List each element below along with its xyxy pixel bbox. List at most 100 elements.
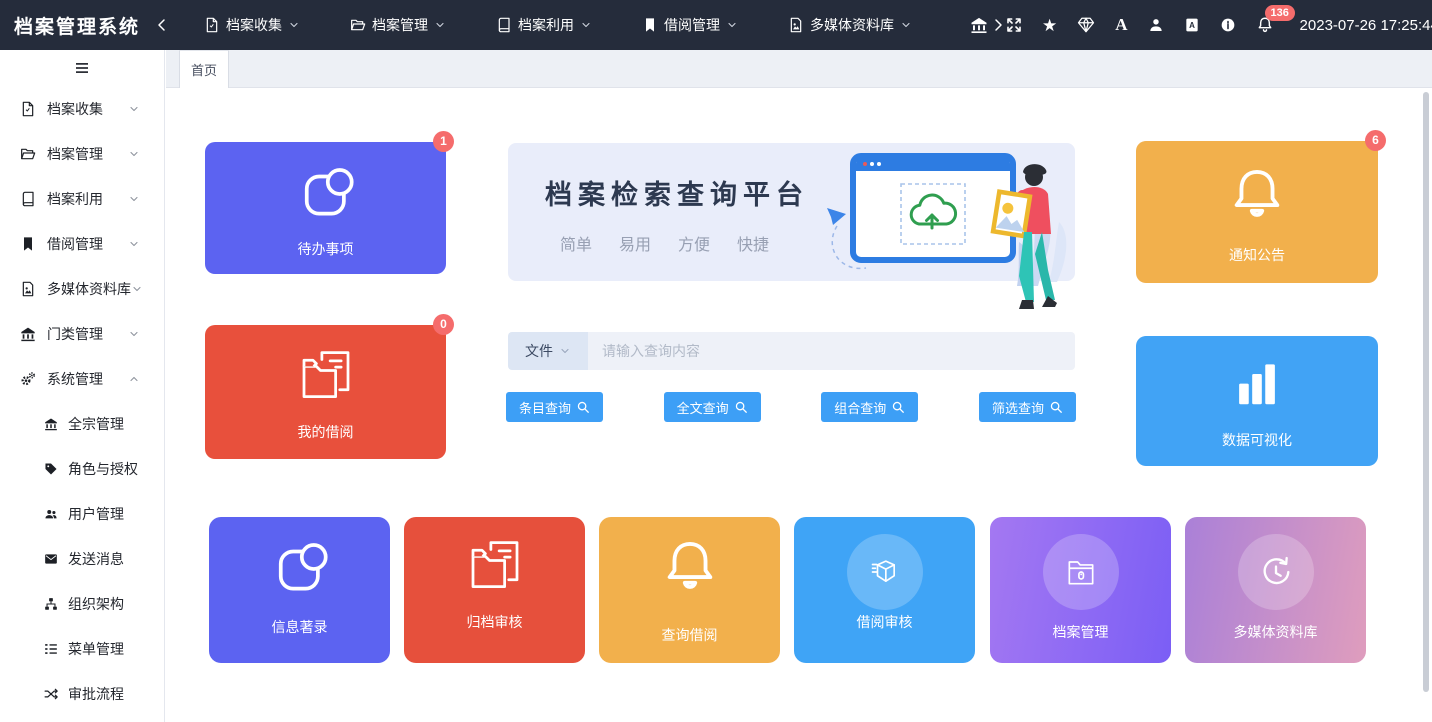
archive-management-app: 档案管理系统 档案收集 档案管理 档案利用 借阅管理	[0, 0, 1432, 722]
chevron-down-icon	[580, 19, 592, 31]
search-icon	[1049, 400, 1063, 414]
sidebar-item-lending[interactable]: 借阅管理	[0, 221, 164, 266]
sidebar-subitem-fonds[interactable]: 全宗管理	[0, 401, 164, 446]
todo-count-badge: 1	[433, 131, 454, 152]
folder-icon	[20, 146, 36, 162]
entry-query-button[interactable]: 条目查询	[506, 392, 603, 422]
fulltext-query-button[interactable]: 全文查询	[664, 392, 761, 422]
user-icon[interactable]	[1148, 17, 1164, 33]
search-input[interactable]	[588, 332, 1075, 370]
topnav-item-manage[interactable]: 档案管理	[350, 15, 446, 35]
tab-bar: 首页	[166, 50, 1432, 88]
subtitle-word: 简单	[560, 231, 592, 255]
filter-query-button[interactable]: 筛选查询	[979, 392, 1076, 422]
button-label: 筛选查询	[992, 398, 1044, 417]
sidebar: 档案收集 档案管理 档案利用 借阅管理 多媒体资料库 门类管理	[0, 50, 165, 722]
bank-icon	[44, 417, 58, 431]
list-icon	[44, 642, 58, 656]
shortcut-archive-manage[interactable]: 档案管理	[990, 517, 1171, 663]
hamburger-menu-icon[interactable]	[0, 50, 164, 86]
nav-scroll-right-icon[interactable]	[990, 17, 1006, 33]
notification-count-badge: 136	[1265, 5, 1295, 21]
sidebar-item-label: 档案利用	[47, 189, 128, 209]
card-label: 我的借阅	[205, 422, 446, 442]
bar-chart-icon	[1224, 352, 1290, 418]
card-label: 借阅审核	[794, 612, 975, 632]
notice-card[interactable]: 6 通知公告	[1136, 141, 1378, 283]
topnav-label: 借阅管理	[664, 15, 720, 35]
sidebar-item-collect[interactable]: 档案收集	[0, 86, 164, 131]
gears-icon	[20, 371, 36, 387]
bell-icon	[1224, 163, 1290, 229]
info-icon[interactable]	[1220, 17, 1236, 33]
sidebar-item-label: 档案收集	[47, 99, 128, 119]
gem-theme-icon[interactable]	[1077, 16, 1095, 34]
sidebar-item-system[interactable]: 系统管理	[0, 356, 164, 401]
search-category-select[interactable]: 文件	[508, 332, 588, 370]
shortcut-borrow-review[interactable]: 借阅审核	[794, 517, 975, 663]
bank-icon[interactable]	[970, 16, 988, 34]
collapse-menu-button[interactable]	[154, 17, 170, 33]
shortcut-info-entry[interactable]: 信息著录	[209, 517, 390, 663]
card-label: 多媒体资料库	[1185, 622, 1366, 642]
icon-circle	[1043, 534, 1119, 610]
vertical-scrollbar[interactable]	[1423, 92, 1429, 692]
folder-lock-icon	[1061, 552, 1101, 592]
topbar-actions: ★ A 136 2023-07-26 17:25:44 你好 杨标	[1006, 15, 1432, 36]
topnav-item-lending[interactable]: 借阅管理	[642, 15, 738, 35]
sidebar-item-label: 系统管理	[47, 369, 128, 389]
shortcut-query-borrow[interactable]: 查询借阅	[599, 517, 780, 663]
banner-illustration	[815, 146, 1077, 318]
file-icon	[20, 101, 36, 117]
sidebar-subitem-org[interactable]: 组织架构	[0, 581, 164, 626]
sidebar-item-category[interactable]: 门类管理	[0, 311, 164, 356]
sidebar-item-use[interactable]: 档案利用	[0, 176, 164, 221]
language-translate-icon[interactable]	[1184, 17, 1200, 33]
shortcut-archive-review[interactable]: 归档审核	[404, 517, 585, 663]
sidebar-subitem-approval[interactable]: 审批流程	[0, 671, 164, 716]
topnav-item-use[interactable]: 档案利用	[496, 15, 592, 35]
star-favorite-icon[interactable]: ★	[1042, 17, 1057, 34]
chevron-down-icon	[128, 193, 140, 205]
my-borrow-card[interactable]: 0 我的借阅	[205, 325, 446, 459]
combined-query-button[interactable]: 组合查询	[821, 392, 918, 422]
chevron-down-icon	[434, 19, 446, 31]
sidebar-subitem-roles[interactable]: 角色与授权	[0, 446, 164, 491]
data-visualization-card[interactable]: 数据可视化	[1136, 336, 1378, 466]
sidebar-item-manage[interactable]: 档案管理	[0, 131, 164, 176]
shuffle-icon	[44, 687, 58, 701]
tab-home[interactable]: 首页	[179, 50, 229, 88]
sidebar-subitem-users[interactable]: 用户管理	[0, 491, 164, 536]
bank-icon	[20, 326, 36, 342]
subtitle-word: 快捷	[737, 231, 769, 255]
card-label: 数据可视化	[1136, 430, 1378, 450]
shortcut-multimedia-library[interactable]: 多媒体资料库	[1185, 517, 1366, 663]
topnav-item-multimedia[interactable]: 多媒体资料库	[788, 15, 912, 35]
tag-icon	[44, 462, 58, 476]
folder-document-icon	[293, 343, 359, 409]
chevron-up-icon	[128, 373, 140, 385]
banner-subtitle: 简单 易用 方便 快捷	[560, 231, 769, 255]
topnav-label: 档案收集	[226, 15, 282, 35]
fullscreen-icon[interactable]	[1006, 17, 1022, 33]
sidebar-item-multimedia[interactable]: 多媒体资料库	[0, 266, 164, 311]
sidebar-item-label: 角色与授权	[68, 459, 150, 479]
borrow-count-badge: 0	[433, 314, 454, 335]
topnav-item-collect[interactable]: 档案收集	[204, 15, 300, 35]
sidebar-subitem-messages[interactable]: 发送消息	[0, 536, 164, 581]
sidebar-subitem-menus[interactable]: 菜单管理	[0, 626, 164, 671]
font-size-icon[interactable]: A	[1115, 15, 1127, 35]
subtitle-word: 易用	[619, 231, 651, 255]
chevron-down-icon	[900, 19, 912, 31]
media-file-icon	[788, 17, 804, 33]
card-label: 待办事项	[205, 239, 446, 259]
book-icon	[20, 191, 36, 207]
media-file-icon	[20, 281, 36, 297]
chevron-down-icon	[128, 148, 140, 160]
todo-card[interactable]: 1 待办事项	[205, 142, 446, 274]
card-label: 查询借阅	[599, 625, 780, 645]
clock-refresh-icon	[1256, 552, 1296, 592]
topnav-label: 档案管理	[372, 15, 428, 35]
notification-bell-icon[interactable]: 136	[1256, 16, 1274, 34]
notice-count-badge: 6	[1365, 130, 1386, 151]
